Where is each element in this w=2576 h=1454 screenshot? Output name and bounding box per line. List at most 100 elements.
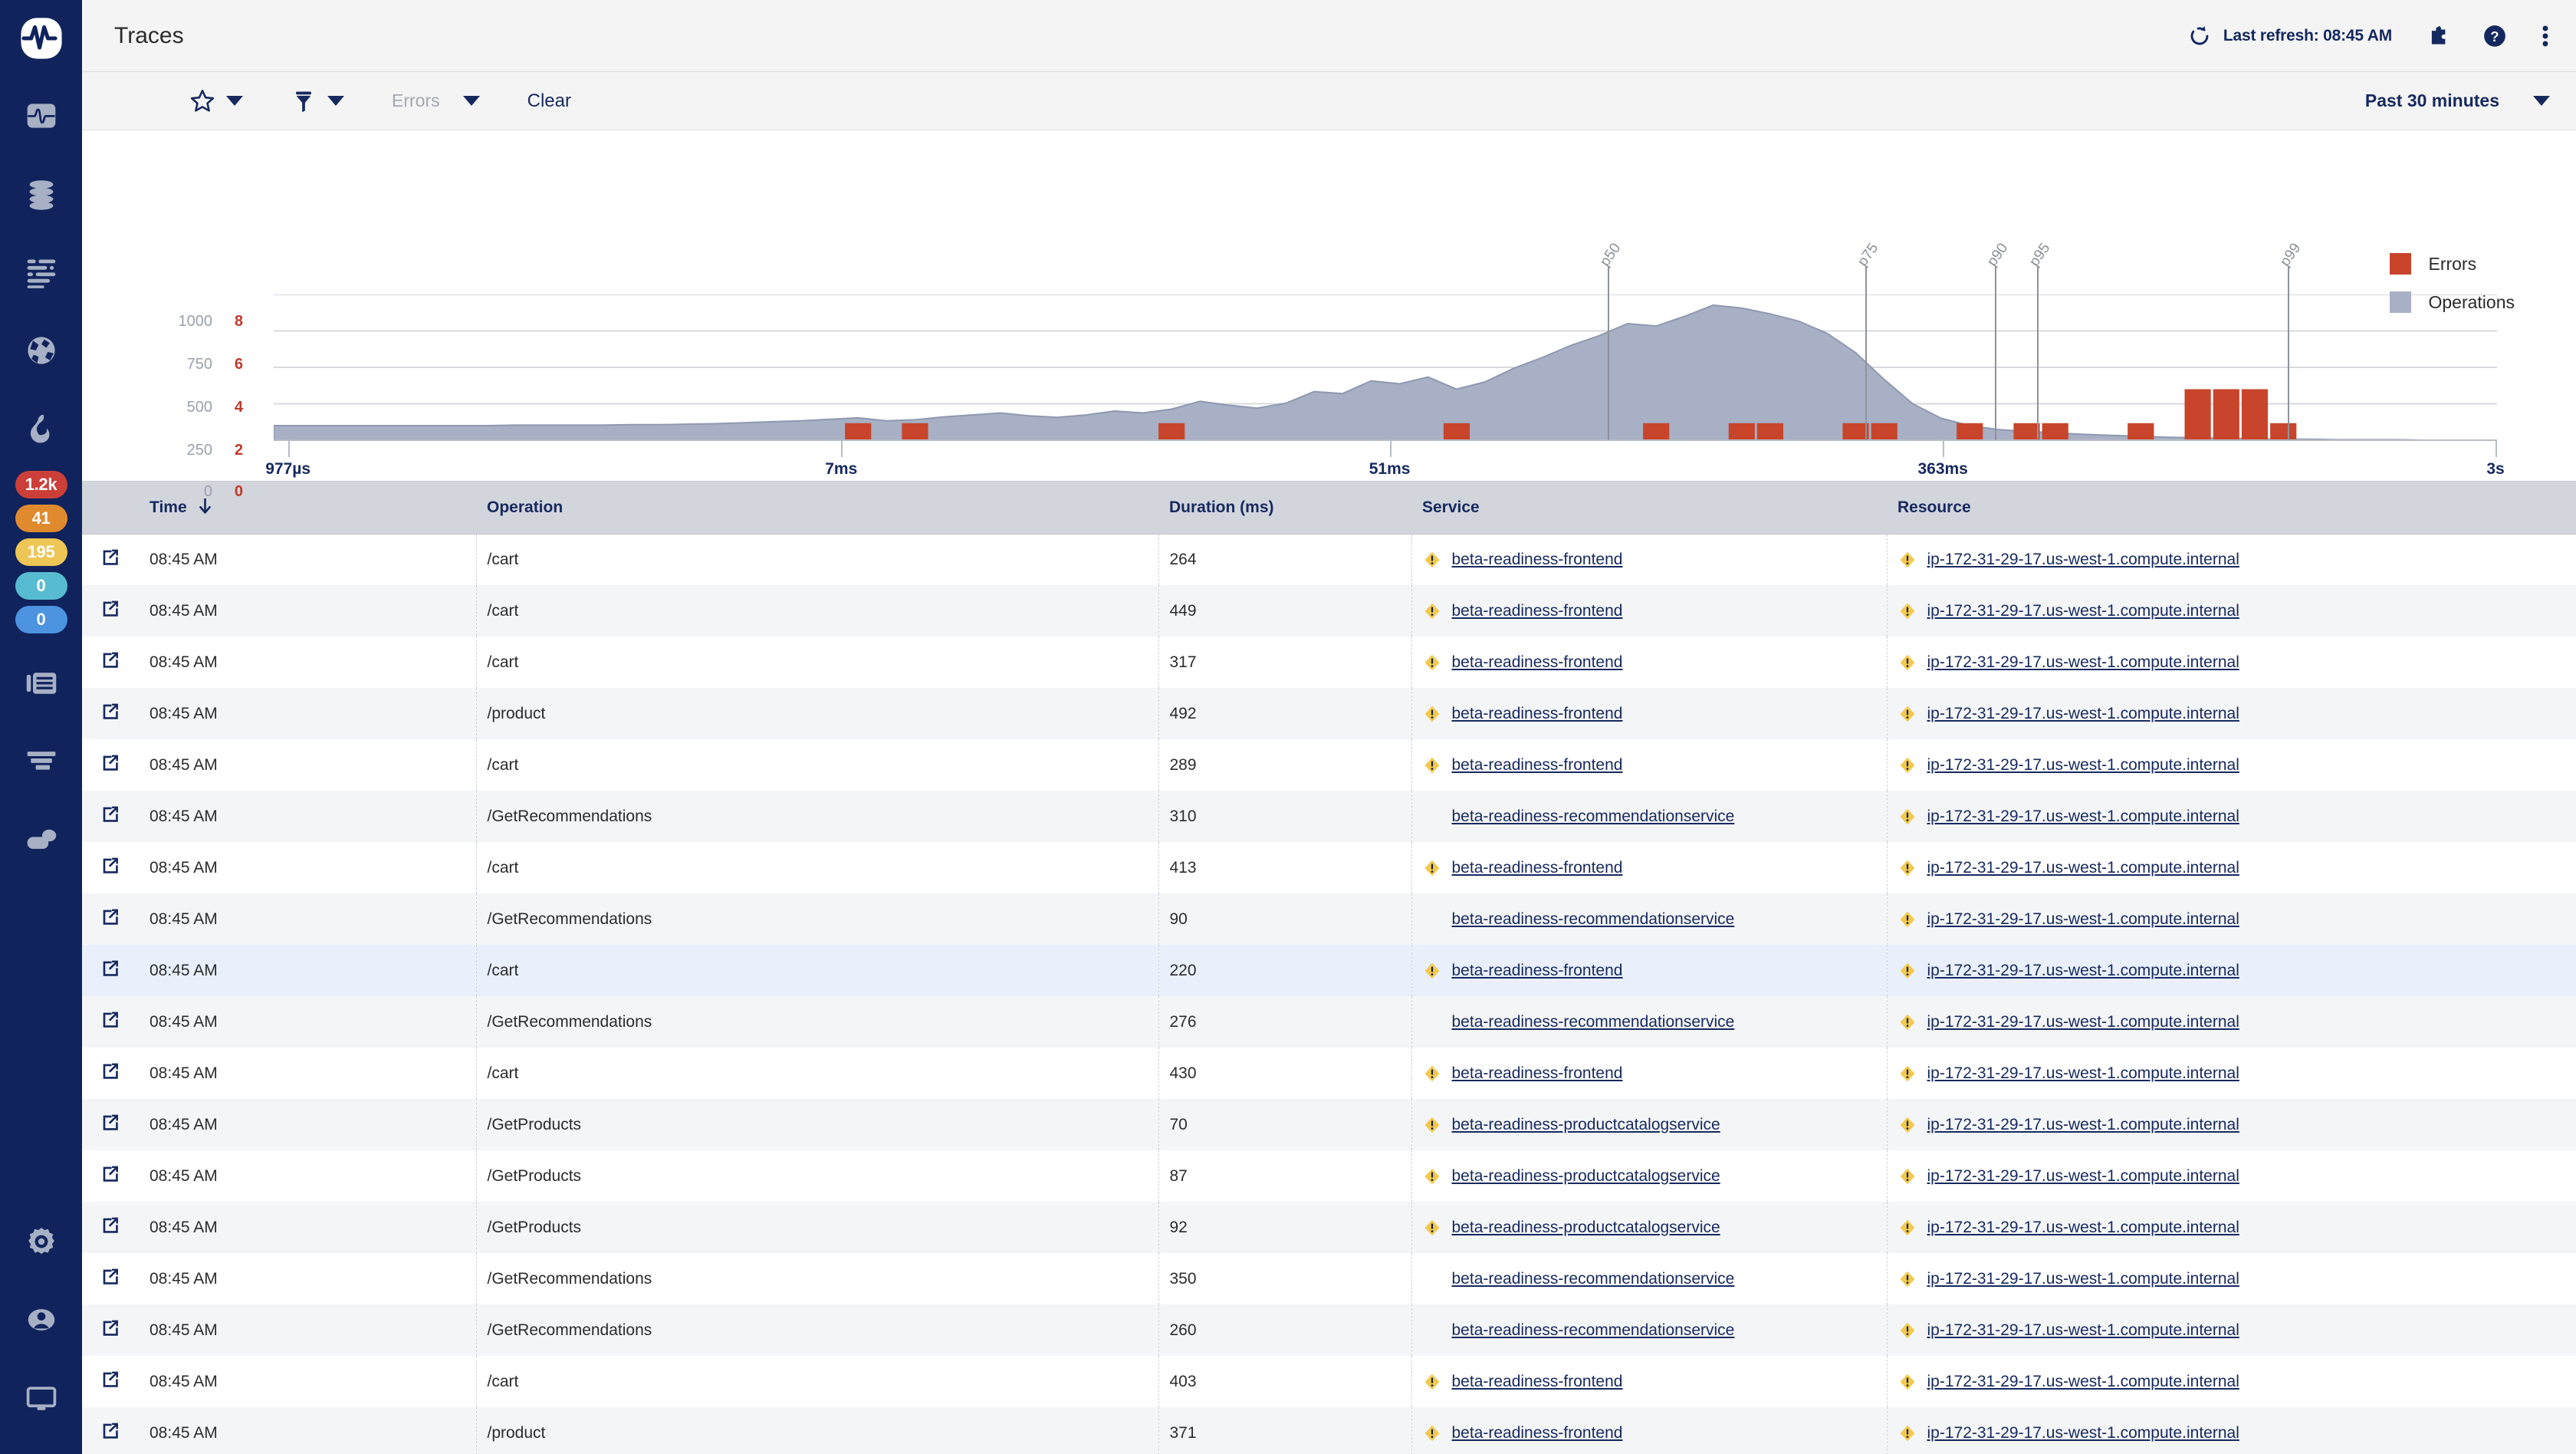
cell-open[interactable] — [82, 842, 139, 893]
service-link[interactable]: beta-readiness-frontend — [1452, 1064, 1623, 1083]
open-external-icon[interactable] — [100, 1370, 120, 1390]
resource-link[interactable]: ip-172-31-29-17.us-west-1.compute.intern… — [1927, 1116, 2239, 1134]
resource-link[interactable]: ip-172-31-29-17.us-west-1.compute.intern… — [1927, 1424, 2239, 1442]
sidebar-item-apm[interactable] — [0, 77, 82, 155]
sidebar-item-network[interactable] — [0, 311, 82, 390]
service-link[interactable]: beta-readiness-frontend — [1452, 1424, 1623, 1442]
table-row[interactable]: 08:45 AM/cart 220 beta-readiness-frontend i… — [82, 945, 2576, 996]
cell-open[interactable] — [82, 1150, 139, 1202]
error-bar[interactable] — [2184, 389, 2211, 441]
table-row[interactable]: 08:45 AM/cart 430 beta-readiness-frontend i… — [82, 1048, 2576, 1099]
latency-distribution-chart[interactable]: 1000 750 500 250 0 8 6 4 2 0 Errors Oper… — [82, 130, 2576, 500]
service-link[interactable]: beta-readiness-productcatalogservice — [1452, 1167, 1720, 1186]
resource-link[interactable]: ip-172-31-29-17.us-west-1.compute.intern… — [1927, 653, 2239, 672]
open-external-icon[interactable] — [100, 702, 120, 722]
sidebar-item-reports[interactable] — [0, 644, 82, 722]
sidebar-item-incidents[interactable] — [0, 390, 82, 468]
error-bar[interactable] — [845, 423, 872, 440]
cell-open[interactable] — [82, 791, 139, 842]
resource-link[interactable]: ip-172-31-29-17.us-west-1.compute.intern… — [1927, 756, 2239, 775]
resource-link[interactable]: ip-172-31-29-17.us-west-1.compute.intern… — [1927, 859, 2239, 877]
more-options-button[interactable] — [2541, 24, 2550, 48]
error-bar[interactable] — [902, 423, 928, 440]
resource-link[interactable]: ip-172-31-29-17.us-west-1.compute.intern… — [1927, 1167, 2239, 1186]
resource-link[interactable]: ip-172-31-29-17.us-west-1.compute.intern… — [1927, 1373, 2239, 1391]
cell-open[interactable] — [82, 585, 139, 637]
resource-link[interactable]: ip-172-31-29-17.us-west-1.compute.intern… — [1927, 1270, 2239, 1288]
filter-dropdown[interactable] — [291, 88, 344, 114]
error-bar[interactable] — [1643, 423, 1670, 440]
open-external-icon[interactable] — [100, 1061, 120, 1081]
service-link[interactable]: beta-readiness-recommendationservice — [1452, 910, 1735, 929]
table-row[interactable]: 08:45 AM/cart 449 beta-readiness-frontend i… — [82, 585, 2576, 637]
error-bar[interactable] — [2241, 389, 2269, 441]
table-row[interactable]: 08:45 AM/cart 413 beta-readiness-frontend i… — [82, 842, 2576, 893]
service-link[interactable]: beta-readiness-frontend — [1452, 756, 1623, 775]
sidebar-item-logs[interactable] — [0, 233, 82, 311]
sidebar-item-infra[interactable] — [0, 155, 82, 233]
open-external-icon[interactable] — [100, 1010, 120, 1030]
open-external-icon[interactable] — [100, 804, 120, 824]
open-external-icon[interactable] — [100, 1318, 120, 1338]
error-bar[interactable] — [2270, 423, 2297, 440]
open-external-icon[interactable] — [100, 1421, 120, 1441]
resource-link[interactable]: ip-172-31-29-17.us-west-1.compute.intern… — [1927, 1013, 2239, 1031]
resource-link[interactable]: ip-172-31-29-17.us-west-1.compute.intern… — [1927, 808, 2239, 826]
table-row[interactable]: 08:45 AM/cart 264 beta-readiness-frontend i… — [82, 534, 2576, 585]
table-row[interactable]: 08:45 AM/GetRecommendations 260 beta-readi… — [82, 1304, 2576, 1356]
service-link[interactable]: beta-readiness-frontend — [1452, 859, 1623, 877]
table-row[interactable]: 08:45 AM/GetRecommendations 350 beta-readi… — [82, 1253, 2576, 1304]
cell-open[interactable] — [82, 534, 139, 585]
resource-link[interactable]: ip-172-31-29-17.us-west-1.compute.intern… — [1927, 551, 2239, 569]
service-link[interactable]: beta-readiness-productcatalogservice — [1452, 1116, 1720, 1134]
open-external-icon[interactable] — [100, 753, 120, 773]
service-link[interactable]: beta-readiness-recommendationservice — [1452, 808, 1735, 826]
resource-link[interactable]: ip-172-31-29-17.us-west-1.compute.intern… — [1927, 1219, 2239, 1237]
open-external-icon[interactable] — [100, 1113, 120, 1133]
sidebar-item-display[interactable] — [0, 1359, 82, 1437]
cell-open[interactable] — [82, 893, 139, 945]
error-bar[interactable] — [2213, 389, 2239, 441]
table-row[interactable]: 08:45 AM/GetRecommendations 276 beta-readi… — [82, 996, 2576, 1048]
sidebar-badge-warning[interactable]: 195 — [15, 538, 67, 566]
integrations-button[interactable] — [2426, 25, 2449, 48]
errors-filter-dropdown[interactable]: Errors — [392, 90, 480, 111]
col-duration[interactable]: Duration (ms) — [1158, 482, 1411, 535]
help-button[interactable]: ? — [2482, 24, 2507, 48]
service-link[interactable]: beta-readiness-recommendationservice — [1452, 1321, 1735, 1340]
service-link[interactable]: beta-readiness-recommendationservice — [1452, 1270, 1735, 1288]
error-bar[interactable] — [1871, 423, 1898, 440]
cell-open[interactable] — [82, 996, 139, 1048]
open-external-icon[interactable] — [100, 650, 120, 670]
cell-open[interactable] — [82, 945, 139, 996]
favorites-dropdown[interactable] — [189, 88, 243, 114]
resource-link[interactable]: ip-172-31-29-17.us-west-1.compute.intern… — [1927, 602, 2239, 620]
service-link[interactable]: beta-readiness-productcatalogservice — [1452, 1219, 1720, 1237]
cell-open[interactable] — [82, 1202, 139, 1253]
error-bar[interactable] — [1756, 423, 1783, 440]
service-link[interactable]: beta-readiness-recommendationservice — [1452, 1013, 1735, 1031]
service-link[interactable]: beta-readiness-frontend — [1452, 602, 1623, 620]
open-external-icon[interactable] — [100, 959, 120, 979]
cell-open[interactable] — [82, 1099, 139, 1150]
resource-link[interactable]: ip-172-31-29-17.us-west-1.compute.intern… — [1927, 910, 2239, 929]
open-external-icon[interactable] — [100, 907, 120, 927]
sidebar-item-account[interactable] — [0, 1281, 82, 1359]
resource-link[interactable]: ip-172-31-29-17.us-west-1.compute.intern… — [1927, 1064, 2239, 1083]
clear-filters-button[interactable]: Clear — [527, 90, 571, 112]
service-link[interactable]: beta-readiness-frontend — [1452, 551, 1623, 569]
col-operation[interactable]: Operation — [476, 482, 1158, 535]
cell-open[interactable] — [82, 637, 139, 688]
sidebar-badge-info[interactable]: 0 — [15, 572, 67, 600]
error-bar[interactable] — [1443, 423, 1470, 440]
resource-link[interactable]: ip-172-31-29-17.us-west-1.compute.intern… — [1927, 962, 2239, 980]
open-external-icon[interactable] — [100, 1267, 120, 1287]
sidebar-badge-ok[interactable]: 0 — [15, 606, 67, 633]
sidebar-badge-critical[interactable]: 1.2k — [15, 471, 67, 498]
col-service[interactable]: Service — [1411, 482, 1887, 535]
table-row[interactable]: 08:45 AM/product 492 beta-readiness-fronte… — [82, 688, 2576, 739]
last-refresh-group[interactable]: Last refresh: 08:45 AM — [2188, 25, 2392, 48]
open-external-icon[interactable] — [100, 1164, 120, 1184]
error-bar[interactable] — [1728, 423, 1755, 440]
error-bar[interactable] — [2042, 423, 2068, 440]
